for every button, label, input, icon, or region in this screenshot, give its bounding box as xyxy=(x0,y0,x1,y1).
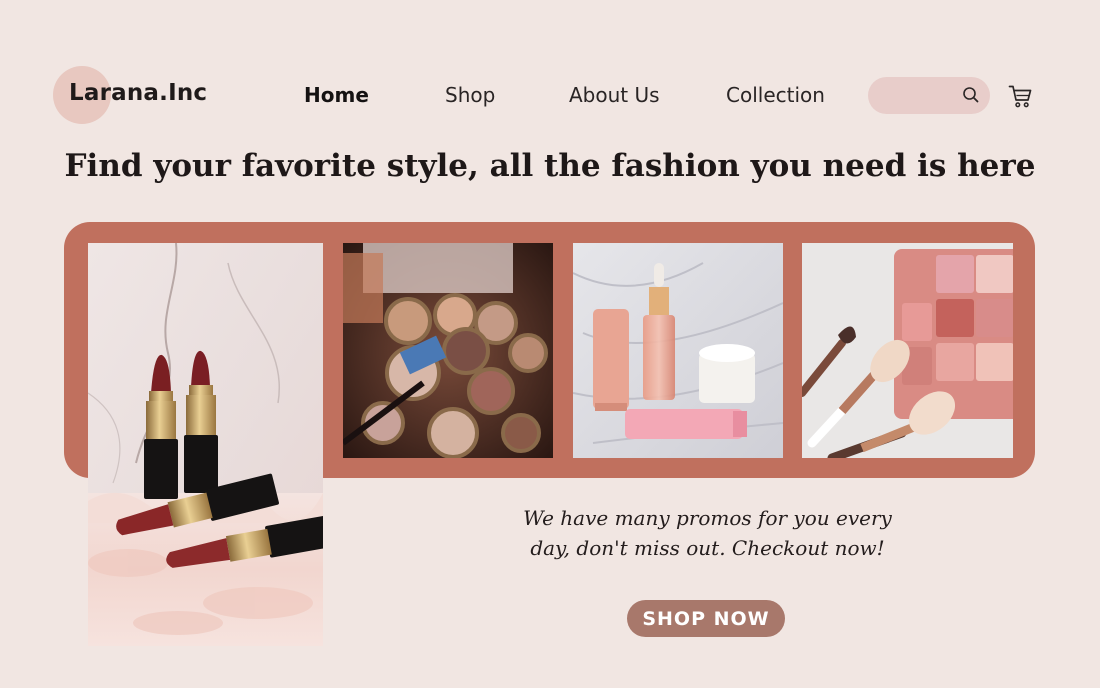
promo-text: We have many promos for you every day, d… xyxy=(450,503,965,563)
nav-about-us[interactable]: About Us xyxy=(569,83,660,107)
brushes-palette-photo xyxy=(802,243,1013,458)
promo-line-2: day, don't miss out. Checkout now! xyxy=(530,536,885,560)
promo-line-1: We have many promos for you every xyxy=(523,506,892,530)
shop-now-button[interactable]: SHOP NOW xyxy=(627,600,785,637)
search-input[interactable] xyxy=(882,86,958,106)
cart-icon[interactable] xyxy=(1008,84,1033,109)
nav-collection[interactable]: Collection xyxy=(726,83,825,107)
makeup-pots-photo xyxy=(343,243,553,458)
nav-shop[interactable]: Shop xyxy=(445,83,495,107)
skincare-products-photo xyxy=(573,243,783,458)
lipstick-photo xyxy=(88,243,323,646)
search-icon[interactable] xyxy=(961,85,981,105)
nav-home[interactable]: Home xyxy=(304,83,369,107)
search-box xyxy=(868,77,990,114)
brand-logo[interactable]: Larana.Inc xyxy=(69,80,207,106)
page-headline: Find your favorite style, all the fashio… xyxy=(64,148,1036,184)
